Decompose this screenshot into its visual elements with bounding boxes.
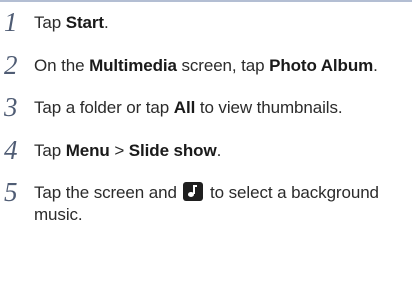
- step-number: 1: [4, 7, 18, 37]
- step-text: On the: [34, 56, 90, 75]
- step-2: 2 On the Multimedia screen, tap Photo Al…: [2, 50, 410, 80]
- step-4: 4 Tap Menu > Slide show.: [2, 135, 410, 165]
- steps-list: 1 Tap Start. 2 On the Multimedia screen,…: [2, 8, 410, 226]
- step-number: 3: [4, 92, 18, 122]
- music-note-icon: [183, 182, 204, 201]
- step-5: 5 Tap the screen and to select a backgro…: [2, 177, 410, 226]
- step-1: 1 Tap Start.: [2, 7, 410, 37]
- step-text: >: [109, 141, 129, 160]
- step-text: Tap: [34, 13, 66, 32]
- step-number: 4: [4, 135, 18, 165]
- step-number: 2: [4, 50, 18, 80]
- step-text: .: [103, 13, 109, 32]
- step-keyword: Menu: [65, 141, 110, 160]
- step-text: Tap a folder or tap: [34, 98, 174, 117]
- step-text: to view thumbnails.: [195, 98, 343, 117]
- step-keyword: Multimedia: [89, 56, 177, 75]
- step-text: .: [373, 56, 378, 75]
- step-keyword: Slide show: [128, 141, 217, 160]
- top-divider: [0, 0, 412, 2]
- step-text: Tap: [34, 141, 66, 160]
- step-keyword: All: [173, 98, 196, 117]
- step-3: 3 Tap a folder or tap All to view thumbn…: [2, 92, 410, 122]
- step-number: 5: [4, 177, 18, 207]
- step-keyword: Photo Album: [269, 56, 374, 75]
- step-text: .: [216, 141, 222, 160]
- step-text: screen, tap: [176, 56, 270, 75]
- step-text: Tap the screen and: [34, 183, 182, 202]
- step-keyword: Start: [65, 13, 104, 32]
